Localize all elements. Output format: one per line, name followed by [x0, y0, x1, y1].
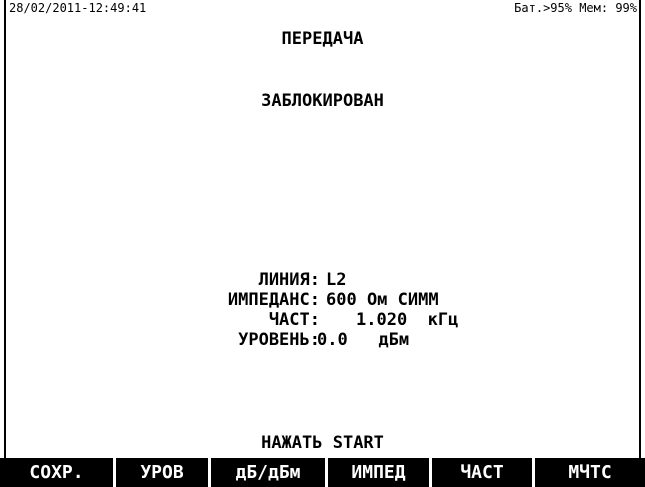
battery-memory-status: Бат.>95% Мем: 99%	[514, 1, 637, 15]
softkey-save[interactable]: СОХР.	[0, 458, 113, 487]
press-start-prompt: НАЖАТЬ START	[261, 433, 384, 453]
param-line-value: L2	[326, 270, 347, 290]
param-line-label: ЛИНИЯ:	[258, 270, 320, 290]
param-level-value: 0.0 дБм	[317, 330, 410, 350]
softkey-level[interactable]: УРОВ	[116, 458, 208, 487]
page-title: ПЕРЕДАЧА	[281, 29, 364, 49]
lock-status: ЗАБЛОКИРОВАН	[261, 91, 384, 111]
softkey-bar: СОХР. УРОВ дБ/дБм ИМПЕД ЧАСТ МЧТС	[0, 458, 645, 487]
softkey-frequency[interactable]: ЧАСТ	[432, 458, 532, 487]
param-level-label: УРОВЕНЬ:	[238, 330, 320, 350]
param-level-row: УРОВЕНЬ: 0.0 дБм	[0, 330, 645, 350]
datetime-display: 28/02/2011-12:49:41	[9, 1, 147, 15]
softkey-db-dbm[interactable]: дБ/дБм	[211, 458, 325, 487]
param-impedance-row: ИМПЕДАНС: 600 Ом СИММ	[0, 290, 645, 310]
screen-frame-left	[4, 0, 6, 487]
param-frequency-label: ЧАСТ:	[268, 310, 320, 330]
screen-frame-right	[639, 0, 641, 487]
param-frequency-row: ЧАСТ: 1.020 кГц	[0, 310, 645, 330]
param-frequency-value: 1.020 кГц	[356, 310, 459, 330]
instrument-screen: 28/02/2011-12:49:41 Бат.>95% Мем: 99% ПЕ…	[0, 0, 645, 487]
param-impedance-value: 600 Ом СИММ	[326, 290, 439, 310]
param-line-row: ЛИНИЯ: L2	[0, 270, 645, 290]
softkey-mchts[interactable]: МЧТС	[535, 458, 645, 487]
param-impedance-label: ИМПЕДАНС:	[227, 290, 320, 310]
softkey-impedance[interactable]: ИМПЕД	[328, 458, 429, 487]
